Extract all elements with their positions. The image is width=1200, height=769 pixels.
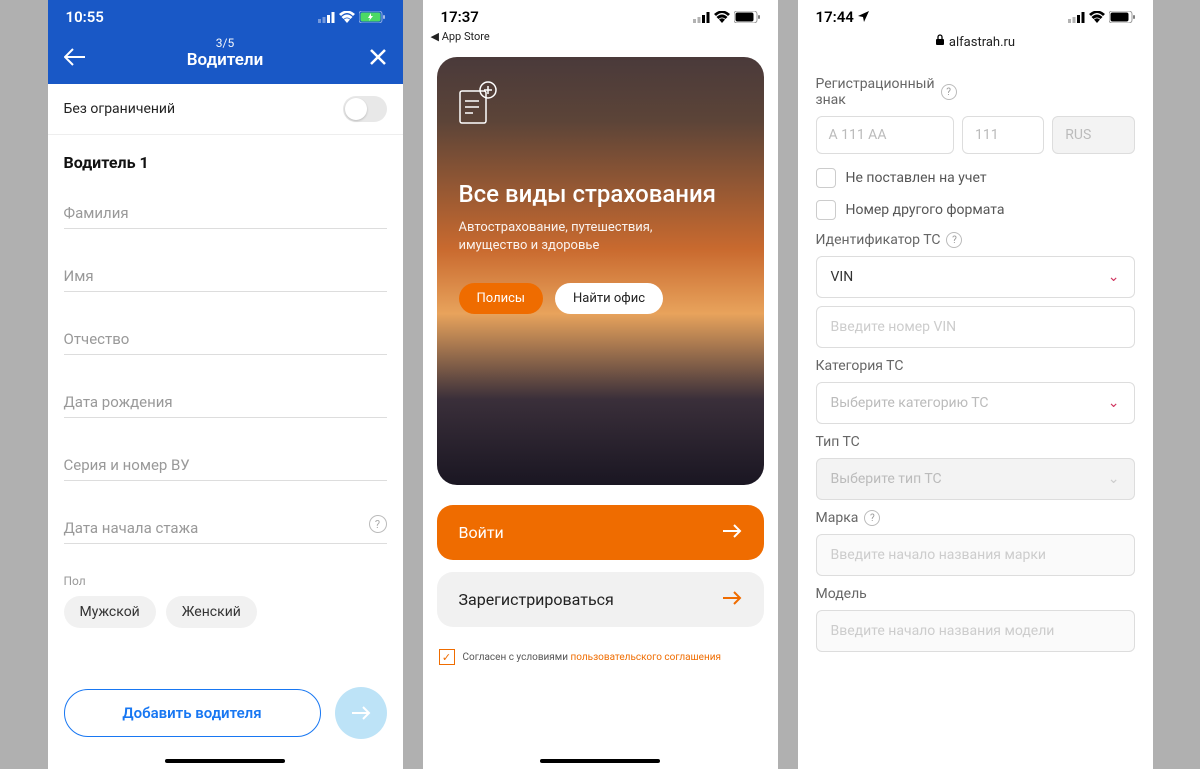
screen-drivers-form: 10:55 3/5 Водители Без ограничений Водит… xyxy=(48,0,403,769)
login-label: Войти xyxy=(459,523,504,542)
unlimited-label: Без ограничений xyxy=(64,101,176,117)
wifi-icon xyxy=(1089,11,1105,23)
id-type-select[interactable]: VIN ⌄ xyxy=(816,256,1135,298)
hero-title: Все виды страхования xyxy=(459,179,742,209)
brand-label: Марка ? xyxy=(816,510,1135,526)
next-button[interactable] xyxy=(335,687,387,739)
battery-icon xyxy=(734,11,760,23)
name-input[interactable]: Имя xyxy=(64,259,387,292)
other-format-label: Номер другого формата xyxy=(846,202,1005,218)
register-label: Зарегистрироваться xyxy=(459,590,614,609)
unlimited-toggle[interactable] xyxy=(343,96,387,122)
page-title: Водители xyxy=(64,50,387,70)
battery-icon xyxy=(1109,11,1135,23)
not-registered-checkbox[interactable] xyxy=(816,168,836,188)
unlimited-toggle-row: Без ограничений xyxy=(48,84,403,135)
auth-actions: Войти Зарегистрироваться xyxy=(423,485,778,647)
surname-input[interactable]: Фамилия xyxy=(64,196,387,229)
hero-subtitle: Автострахование, путешествия, имущество … xyxy=(459,219,699,255)
other-format-row: Номер другого формата xyxy=(816,200,1135,220)
cellular-icon xyxy=(318,12,335,23)
consent-row: ✓ Согласен с условиями пользовательского… xyxy=(423,647,778,667)
status-indicators xyxy=(318,11,385,23)
consent-text: Согласен с условиями пользовательского с… xyxy=(463,652,721,663)
driver-heading: Водитель 1 xyxy=(64,153,387,172)
cellular-icon xyxy=(693,12,710,23)
status-bar: 17:44 xyxy=(798,0,1153,30)
home-indicator[interactable] xyxy=(540,759,660,763)
hero-buttons: Полисы Найти офис xyxy=(459,283,742,314)
chevron-down-icon: ⌄ xyxy=(1108,395,1120,411)
plate-letters-input[interactable]: A 111 AA xyxy=(816,116,955,154)
form-header: 3/5 Водители xyxy=(48,30,403,84)
plate-inputs: A 111 AA 111 RUS xyxy=(816,116,1135,154)
other-format-checkbox[interactable] xyxy=(816,200,836,220)
consent-link[interactable]: пользовательского соглашения xyxy=(570,652,721,663)
hero-card: Все виды страхования Автострахование, пу… xyxy=(437,57,764,485)
add-driver-button[interactable]: Добавить водителя xyxy=(64,689,321,737)
type-select: Выберите тип ТС ⌄ xyxy=(816,458,1135,500)
close-icon[interactable] xyxy=(369,48,387,70)
step-indicator: 3/5 xyxy=(64,36,387,50)
status-time: 17:37 xyxy=(441,8,479,26)
category-select[interactable]: Выберите категорию ТС ⌄ xyxy=(816,382,1135,424)
birthdate-input[interactable]: Дата рождения xyxy=(64,385,387,418)
not-registered-label: Не поставлен на учет xyxy=(846,170,987,186)
form-footer: Добавить водителя xyxy=(48,671,403,755)
policies-button[interactable]: Полисы xyxy=(459,283,544,314)
status-time: 10:55 xyxy=(66,8,104,26)
help-icon[interactable]: ? xyxy=(941,84,957,100)
patronymic-input[interactable]: Отчество xyxy=(64,322,387,355)
experience-start-input[interactable]: Дата начала стажа? xyxy=(64,511,387,544)
type-label: Тип ТС xyxy=(816,434,1135,450)
cellular-icon xyxy=(1068,12,1085,23)
screen-vehicle-form: 17:44 alfastrah.ru Регистрационныйзнак ?… xyxy=(798,0,1153,769)
wifi-icon xyxy=(339,11,355,23)
vehicle-id-label: Идентификатор ТС ? xyxy=(816,232,1135,248)
wifi-icon xyxy=(714,11,730,23)
arrow-right-icon xyxy=(722,523,742,542)
help-icon[interactable]: ? xyxy=(369,515,387,533)
find-office-button[interactable]: Найти офис xyxy=(555,283,663,314)
login-button[interactable]: Войти xyxy=(437,505,764,560)
gender-female-chip[interactable]: Женский xyxy=(166,596,257,628)
not-registered-row: Не поставлен на учет xyxy=(816,168,1135,188)
document-plus-icon xyxy=(459,81,497,119)
category-label: Категория ТС xyxy=(816,358,1135,374)
status-indicators xyxy=(1068,11,1135,23)
gender-label: Пол xyxy=(64,574,387,588)
chevron-down-icon: ⌄ xyxy=(1108,269,1120,285)
home-indicator[interactable] xyxy=(165,759,285,763)
url-text: alfastrah.ru xyxy=(949,35,1015,50)
arrow-right-icon xyxy=(722,590,742,609)
gender-chips: Мужской Женский xyxy=(64,596,387,628)
plate-region-input[interactable]: 111 xyxy=(962,116,1044,154)
license-input[interactable]: Серия и номер ВУ xyxy=(64,448,387,481)
status-time: 17:44 xyxy=(816,8,869,26)
vehicle-form: Регистрационныйзнак ? A 111 AA 111 RUS Н… xyxy=(798,58,1153,769)
model-label: Модель xyxy=(816,586,1135,602)
location-icon xyxy=(858,8,869,26)
screen-insurance-landing: 17:37 ◀ App Store Все виды страхования А… xyxy=(423,0,778,769)
back-arrow-icon[interactable] xyxy=(64,48,86,70)
register-button[interactable]: Зарегистрироваться xyxy=(437,572,764,627)
consent-checkbox[interactable]: ✓ xyxy=(439,649,455,665)
driver-form: Водитель 1 Фамилия Имя Отчество Дата рож… xyxy=(48,135,403,671)
help-icon[interactable]: ? xyxy=(864,510,880,526)
battery-charging-icon xyxy=(359,11,385,23)
brand-input[interactable]: Введите начало названия марки xyxy=(816,534,1135,576)
reg-plate-label: Регистрационныйзнак ? xyxy=(816,76,1135,108)
back-to-appstore[interactable]: ◀ App Store xyxy=(423,30,778,45)
status-indicators xyxy=(693,11,760,23)
vin-input[interactable]: Введите номер VIN xyxy=(816,306,1135,348)
help-icon[interactable]: ? xyxy=(946,232,962,248)
browser-url-bar[interactable]: alfastrah.ru xyxy=(798,30,1153,58)
plate-country: RUS xyxy=(1052,116,1134,154)
gender-male-chip[interactable]: Мужской xyxy=(64,596,156,628)
status-bar: 10:55 xyxy=(48,0,403,30)
status-bar: 17:37 xyxy=(423,0,778,30)
chevron-down-icon: ⌄ xyxy=(1108,471,1120,487)
lock-icon xyxy=(935,34,945,50)
model-input[interactable]: Введите начало названия модели xyxy=(816,610,1135,652)
